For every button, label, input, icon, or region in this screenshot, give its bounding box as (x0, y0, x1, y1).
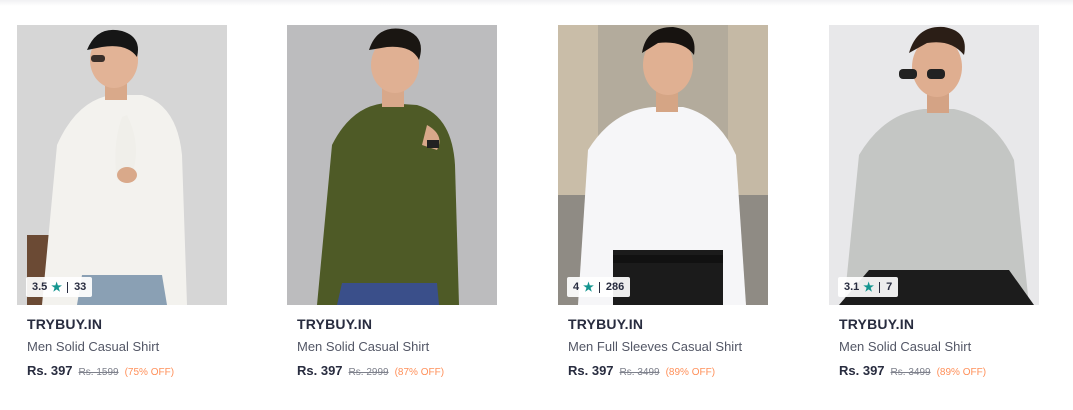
price-row: Rs. 397 Rs. 3499 (89% OFF) (568, 363, 715, 378)
product-title: Men Solid Casual Shirt (27, 339, 160, 354)
product-card[interactable]: TRYBUY.IN Men Solid Casual Shirt Rs. 397… (287, 25, 497, 385)
product-discount: (89% OFF) (936, 367, 987, 378)
product-title: Men Solid Casual Shirt (839, 339, 972, 354)
rating-value: 3.1 (844, 281, 860, 293)
product-mrp: Rs. 3499 (619, 367, 660, 378)
product-image[interactable]: 3.1 ★ 7 (829, 25, 1039, 305)
product-brand: TRYBUY.IN (568, 316, 644, 332)
rating-count: 7 (886, 281, 893, 293)
product-title: Men Solid Casual Shirt (297, 339, 430, 354)
rating-badge: 3.1 ★ 7 (838, 277, 899, 297)
rating-count: 33 (74, 281, 87, 293)
rating-divider (67, 281, 69, 293)
product-brand: TRYBUY.IN (297, 316, 373, 332)
rating-value: 3.5 (32, 281, 48, 293)
product-mrp: Rs. 1599 (78, 367, 119, 378)
product-price: Rs. 397 (297, 363, 343, 378)
product-mrp: Rs. 3499 (890, 367, 931, 378)
product-grid: 3.5 ★ 33 TRYBUY.IN Men Solid Casual Shir… (0, 0, 1073, 410)
star-icon: ★ (51, 280, 63, 294)
product-card[interactable]: 3.1 ★ 7 TRYBUY.IN Men Solid Casual Shirt… (829, 25, 1039, 385)
product-image[interactable]: 3.5 ★ 33 (17, 25, 227, 305)
rating-divider (598, 281, 600, 293)
price-row: Rs. 397 Rs. 3499 (89% OFF) (839, 363, 986, 378)
product-card[interactable]: 4 ★ 286 TRYBUY.IN Men Full Sleeves Casua… (558, 25, 768, 385)
price-row: Rs. 397 Rs. 2999 (87% OFF) (297, 363, 444, 378)
product-discount: (75% OFF) (124, 367, 175, 378)
product-title: Men Full Sleeves Casual Shirt (568, 339, 743, 354)
product-discount: (89% OFF) (665, 367, 716, 378)
product-brand: TRYBUY.IN (839, 316, 915, 332)
product-price: Rs. 397 (839, 363, 885, 378)
product-mrp: Rs. 2999 (348, 367, 389, 378)
product-card[interactable]: 3.5 ★ 33 TRYBUY.IN Men Solid Casual Shir… (17, 25, 227, 385)
star-icon: ★ (863, 280, 875, 294)
star-icon: ★ (583, 280, 594, 294)
rating-badge: 4 ★ 286 (567, 277, 631, 297)
rating-count: 286 (605, 281, 625, 293)
rating-value: 4 (573, 281, 580, 293)
product-brand: TRYBUY.IN (27, 316, 103, 332)
product-discount: (87% OFF) (394, 367, 445, 378)
rating-badge: 3.5 ★ 33 (26, 277, 93, 297)
product-price: Rs. 397 (568, 363, 614, 378)
rating-divider (879, 281, 881, 293)
product-image[interactable] (287, 25, 497, 305)
product-image[interactable]: 4 ★ 286 (558, 25, 768, 305)
product-price: Rs. 397 (27, 363, 73, 378)
price-row: Rs. 397 Rs. 1599 (75% OFF) (27, 363, 174, 378)
